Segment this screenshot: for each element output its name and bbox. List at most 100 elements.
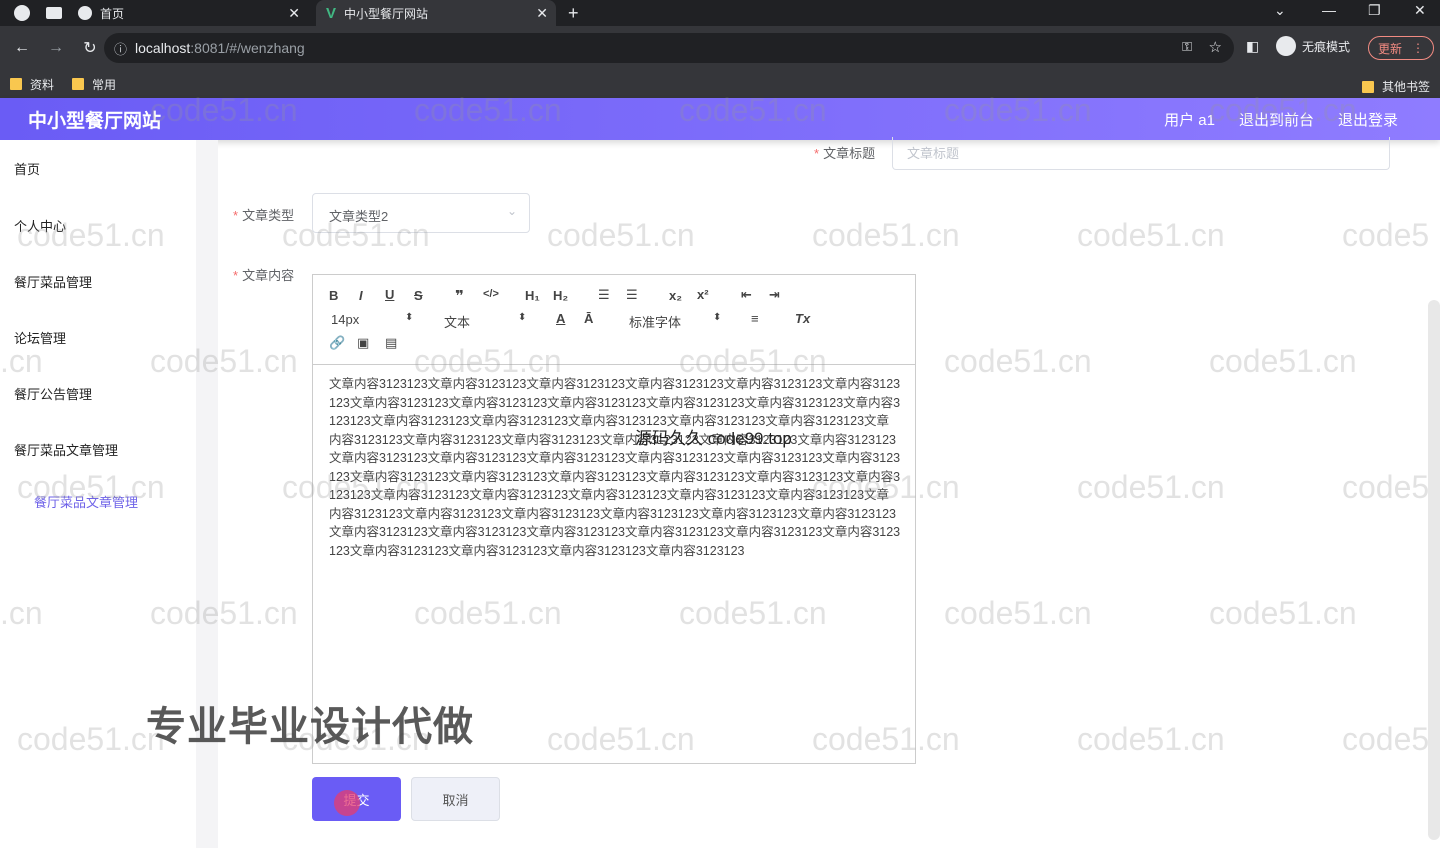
- bold-icon[interactable]: B: [329, 288, 338, 303]
- cancel-button[interactable]: 取消: [411, 777, 500, 821]
- update-button[interactable]: 更新 ⋮: [1368, 36, 1434, 60]
- folder-icon: [72, 78, 85, 90]
- other-bookmarks-label: 其他书签: [1381, 80, 1430, 94]
- font-size-select[interactable]: 14px ⬍: [331, 312, 417, 327]
- watermark: code51.cn: [1077, 217, 1225, 253]
- site-title: 中小型餐厅网站: [28, 110, 162, 132]
- content-label: * 文章内容: [233, 268, 295, 283]
- close-icon[interactable]: ✕: [288, 5, 300, 22]
- title-label: * 文章标题: [814, 146, 876, 161]
- rich-text-editor: B I U S ❞ </> H₁ H₂ ☰ ☰ x₂ x² ⇤ ⇥ 14px ⬍…: [312, 274, 916, 764]
- browser-tab-active[interactable]: V 中小型餐厅网站 ✕: [316, 0, 556, 26]
- indent-icon[interactable]: ⇥: [769, 287, 780, 303]
- title-placeholder: 文章标题: [907, 146, 960, 161]
- incognito-indicator[interactable]: 无痕模式: [1276, 36, 1350, 56]
- font-family-select[interactable]: 标准字体 ⬍: [629, 312, 725, 331]
- close-window-icon[interactable]: ✕: [1414, 2, 1426, 19]
- tab-label: 中小型餐厅网站: [344, 6, 429, 21]
- type-label: * 文章类型: [233, 208, 295, 223]
- minimize-icon[interactable]: —: [1322, 2, 1336, 18]
- new-tab-icon[interactable]: +: [568, 3, 579, 24]
- header-links: 用户 a1 退出到前台 退出登录: [1164, 109, 1398, 130]
- address-bar-row: ← → ↻ ⓘ localhost :8081/#/wenzhang ⚿ ☆ ◧…: [0, 26, 1440, 70]
- font-color-icon[interactable]: A: [556, 311, 565, 326]
- browser-profile-icon[interactable]: [14, 5, 30, 21]
- align-icon[interactable]: ≡: [751, 311, 759, 326]
- star-icon[interactable]: ☆: [1209, 38, 1222, 56]
- chevron-down-icon[interactable]: ⌄: [1274, 2, 1286, 19]
- video-icon[interactable]: ▤: [385, 335, 397, 351]
- editor-toolbar: B I U S ❞ </> H₁ H₂ ☰ ☰ x₂ x² ⇤ ⇥ 14px ⬍…: [313, 275, 915, 365]
- folder-icon: [10, 78, 22, 90]
- outdent-icon[interactable]: ⇤: [741, 287, 752, 303]
- strike-icon[interactable]: S: [414, 288, 423, 303]
- incognito-label: 无痕模式: [1302, 39, 1351, 54]
- browser-tab-bar: 首页 ✕ V 中小型餐厅网站 ✕ + ⌄ — ❐ ✕: [0, 0, 1440, 26]
- sidebar-item-forum-management[interactable]: 论坛管理: [14, 328, 66, 347]
- page-scrollbar[interactable]: [1428, 300, 1440, 840]
- link-icon[interactable]: 🔗: [329, 335, 345, 351]
- underline-icon[interactable]: U: [385, 287, 394, 302]
- header1-icon[interactable]: H₁: [525, 288, 540, 303]
- sidebar-subitem-article-management[interactable]: 餐厅菜品文章管理: [34, 492, 138, 511]
- subscript-icon[interactable]: x₂: [669, 288, 682, 303]
- app-header: 中小型餐厅网站 用户 a1 退出到前台 退出登录: [0, 98, 1440, 140]
- updown-icon: ⬍: [405, 312, 414, 323]
- font-size-value: 14px: [331, 312, 360, 327]
- editor-content[interactable]: 文章内容3123123文章内容3123123文章内容3123123文章内容312…: [329, 375, 901, 560]
- superscript-icon[interactable]: x²: [697, 287, 709, 302]
- watermark: code51.cn: [1209, 595, 1357, 631]
- watermark: code5: [1342, 721, 1430, 757]
- sidebar-item-personal-center[interactable]: 个人中心: [14, 216, 66, 235]
- header2-icon[interactable]: H₂: [553, 288, 568, 303]
- info-icon[interactable]: ⓘ: [114, 39, 127, 58]
- image-icon[interactable]: ▣: [357, 335, 369, 351]
- restore-icon[interactable]: ❐: [1368, 2, 1381, 19]
- mouse-cursor-icon: [334, 790, 360, 816]
- back-icon[interactable]: ←: [10, 39, 34, 57]
- watermark: code51.cn: [944, 343, 1092, 379]
- blockquote-icon[interactable]: ❞: [455, 287, 464, 305]
- other-bookmarks[interactable]: 其他书签: [1361, 78, 1430, 95]
- background-color-icon[interactable]: Ā: [584, 311, 593, 326]
- sidebar-icon[interactable]: ◧: [1246, 38, 1259, 55]
- url-field[interactable]: ⓘ localhost :8081/#/wenzhang ⚿ ☆: [104, 33, 1234, 63]
- reload-icon[interactable]: ↻: [78, 38, 102, 58]
- clear-format-icon[interactable]: Tx: [795, 311, 810, 326]
- sidebar-item-home[interactable]: 首页: [14, 159, 40, 178]
- watermark: code51.cn: [547, 217, 695, 253]
- folder-icon: [1361, 80, 1374, 93]
- sidebar-item-dish-management[interactable]: 餐厅菜品管理: [14, 272, 92, 291]
- tab-search-icon[interactable]: [46, 7, 62, 19]
- key-icon[interactable]: ⚿: [1182, 39, 1192, 55]
- tab-label: 首页: [100, 6, 125, 21]
- updown-icon: ⬍: [713, 312, 722, 323]
- article-type-select[interactable]: 文章类型2 ⌄: [312, 193, 530, 233]
- code-block-icon[interactable]: </>: [483, 288, 499, 300]
- forward-icon[interactable]: →: [44, 39, 68, 57]
- exit-to-front-link[interactable]: 退出到前台: [1239, 109, 1314, 130]
- browser-tab-home[interactable]: 首页 ✕: [68, 0, 308, 26]
- logout-link[interactable]: 退出登录: [1338, 109, 1398, 130]
- block-type-select[interactable]: 文本 ⬍: [444, 312, 530, 331]
- article-title-input[interactable]: 文章标题: [892, 137, 1390, 170]
- watermark: code51.cn: [1077, 469, 1225, 505]
- url-path: :8081/#/wenzhang: [190, 40, 305, 56]
- user-name: 用户 a1: [1164, 112, 1215, 129]
- sidebar-item-article-management[interactable]: 餐厅菜品文章管理: [14, 440, 118, 459]
- watermark: code51.cn: [1077, 721, 1225, 757]
- sidebar-menu: 首页 个人中心 餐厅菜品管理 论坛管理 餐厅公告管理 餐厅菜品文章管理 餐厅菜品…: [0, 140, 196, 848]
- bullet-list-icon[interactable]: ☰: [626, 287, 638, 303]
- ordered-list-icon[interactable]: ☰: [598, 287, 610, 303]
- italic-icon[interactable]: I: [359, 288, 363, 303]
- sidebar-item-notice-management[interactable]: 餐厅公告管理: [14, 384, 92, 403]
- close-icon[interactable]: ✕: [536, 5, 548, 22]
- watermark: code5: [1342, 217, 1430, 253]
- update-label: 更新: [1377, 41, 1402, 56]
- more-icon: ⋮: [1412, 41, 1424, 55]
- watermark: code5: [1342, 469, 1430, 505]
- bookmark-folder[interactable]: 资料: [10, 76, 54, 93]
- block-type-value: 文本: [444, 315, 471, 330]
- incognito-icon: [1276, 36, 1296, 56]
- bookmark-folder[interactable]: 常用: [72, 76, 116, 93]
